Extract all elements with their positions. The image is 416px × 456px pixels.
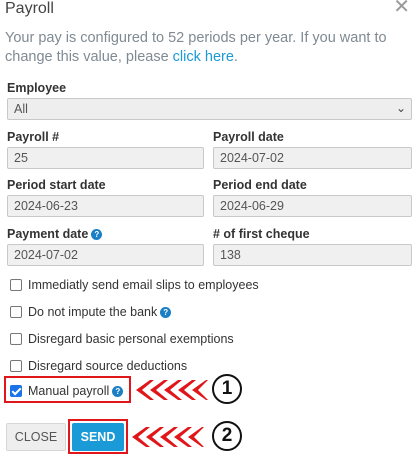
manual-payroll-label: Manual payroll	[28, 384, 110, 398]
info-end: .	[233, 49, 238, 65]
close-button[interactable]: CLOSE	[6, 423, 66, 451]
period-end-field[interactable]: 2024-06-29	[213, 195, 412, 217]
close-icon[interactable]: ✕	[393, 0, 410, 17]
manual-payroll-checkbox[interactable]	[10, 385, 22, 397]
do-not-impute-bank-checkbox[interactable]	[10, 306, 22, 318]
disregard-source-deductions-label: Disregard source deductions	[28, 359, 188, 373]
first-cheque-label: # of first cheque	[213, 227, 310, 241]
help-icon[interactable]: ?	[91, 229, 103, 241]
info-message: Your pay is configured to 52 periods per…	[5, 29, 413, 67]
send-email-slips-checkbox[interactable]	[10, 279, 22, 291]
send-button[interactable]: SEND	[72, 423, 124, 451]
disregard-exemptions-label: Disregard basic personal exemptions	[28, 332, 234, 346]
arrow-icon	[132, 427, 204, 447]
disregard-exemptions-checkbox[interactable]	[10, 333, 22, 345]
payment-date-field[interactable]: 2024-07-02	[7, 244, 204, 266]
period-start-field[interactable]: 2024-06-23	[7, 195, 204, 217]
send-email-slips-label: Immediatly send email slips to employees	[28, 278, 259, 292]
manual-payroll-option[interactable]: Manual payroll ?	[10, 384, 124, 398]
payment-date-label: Payment date?	[7, 227, 103, 241]
disregard-source-deductions-option[interactable]: Disregard source deductions	[10, 359, 187, 373]
do-not-impute-bank-label: Do not impute the bank	[28, 305, 158, 319]
disregard-source-deductions-checkbox[interactable]	[10, 360, 22, 372]
payroll-number-label: Payroll #	[7, 130, 60, 144]
period-start-label: Period start date	[7, 178, 106, 192]
payment-date-label-text: Payment date	[7, 227, 89, 241]
first-cheque-field[interactable]: 138	[213, 244, 412, 266]
payroll-number-field[interactable]: 25	[7, 147, 204, 169]
do-not-impute-bank-option[interactable]: Do not impute the bank ?	[10, 305, 172, 319]
payroll-date-field[interactable]: 2024-07-02	[213, 147, 412, 169]
chevron-down-icon: ⌄	[395, 101, 406, 115]
period-end-label: Period end date	[213, 178, 307, 192]
dialog-title: Payroll	[5, 0, 54, 17]
employee-select-value: All	[14, 102, 28, 116]
payroll-date-label: Payroll date	[213, 130, 284, 144]
arrow-icon	[136, 380, 208, 400]
disregard-exemptions-option[interactable]: Disregard basic personal exemptions	[10, 332, 234, 346]
help-icon[interactable]: ?	[112, 385, 124, 397]
click-here-link[interactable]: click here	[173, 49, 234, 65]
step-1-marker: 1	[212, 374, 242, 404]
employee-select[interactable]: All ⌄	[7, 98, 412, 120]
help-icon[interactable]: ?	[160, 306, 172, 318]
step-2-marker: 2	[212, 421, 242, 451]
employee-label: Employee	[7, 81, 67, 95]
send-email-slips-option[interactable]: Immediatly send email slips to employees	[10, 278, 259, 292]
